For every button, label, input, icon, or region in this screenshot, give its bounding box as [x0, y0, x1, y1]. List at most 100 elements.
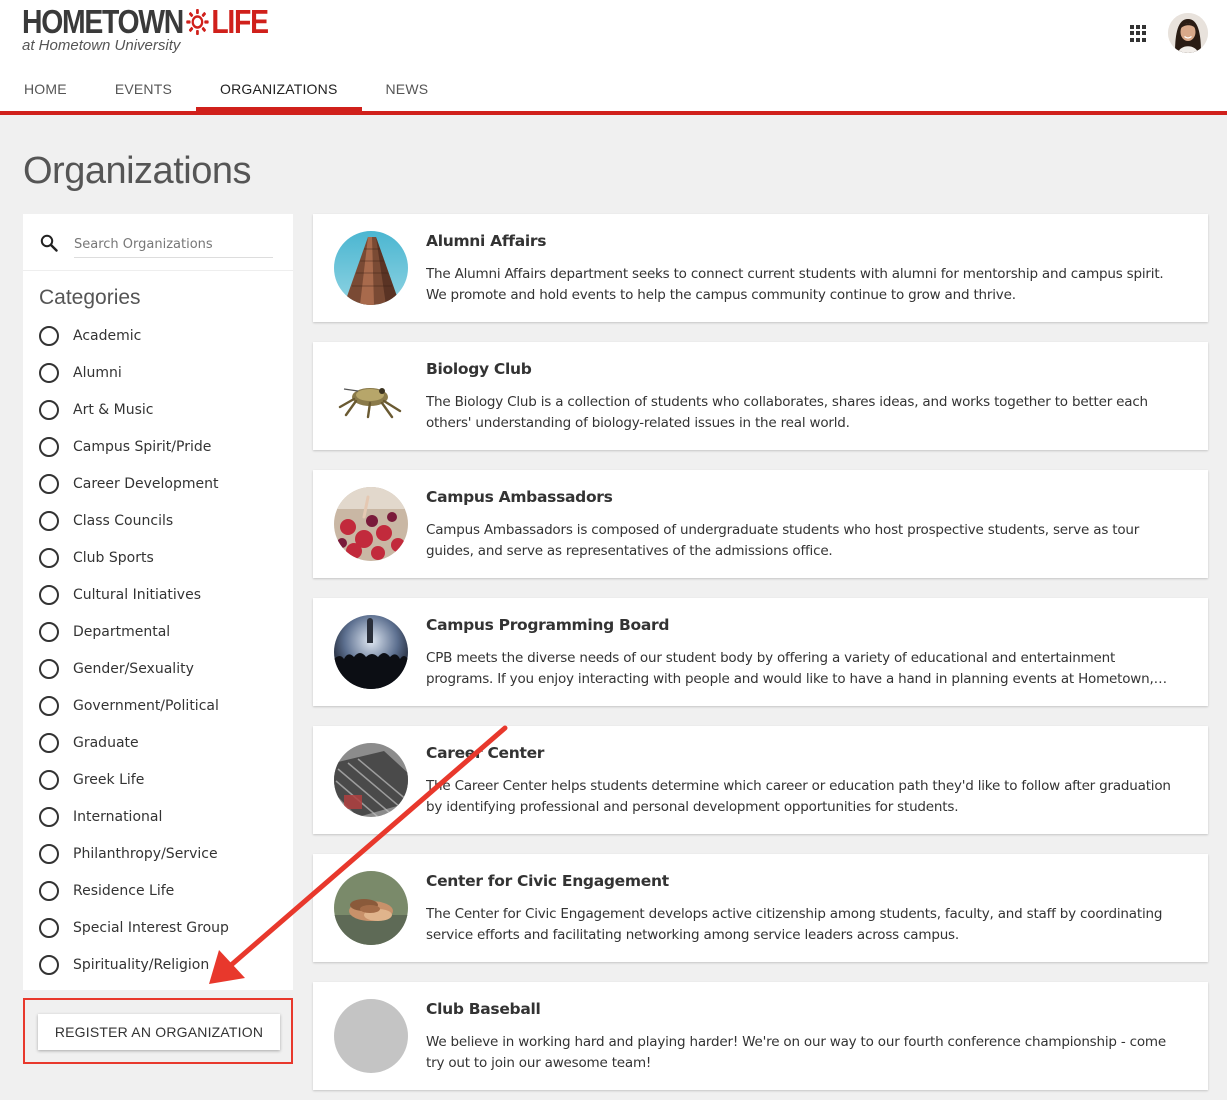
category-label: International [73, 808, 163, 825]
search-bar [23, 214, 293, 271]
org-card-club-baseball[interactable]: Club Baseball We believe in working hard… [313, 982, 1208, 1090]
org-name: Center for Civic Engagement [426, 872, 669, 890]
radio-button[interactable] [39, 732, 59, 753]
category-label: Graduate [73, 734, 139, 751]
radio-button[interactable] [39, 769, 59, 790]
category-graduate[interactable]: Graduate [39, 724, 229, 761]
main-nav: HOME EVENTS ORGANIZATIONS NEWS [0, 66, 452, 111]
org-image-placeholder [334, 999, 408, 1073]
radio-button[interactable] [39, 325, 59, 346]
search-icon [40, 234, 58, 252]
filter-sidebar: Categories Academic Alumni Art & Music C… [23, 214, 293, 990]
category-international[interactable]: International [39, 798, 229, 835]
org-name: Campus Ambassadors [426, 488, 613, 506]
radio-button[interactable] [39, 621, 59, 642]
category-label: Club Sports [73, 549, 154, 566]
radio-button[interactable] [39, 658, 59, 679]
org-image [334, 231, 408, 305]
radio-button[interactable] [39, 436, 59, 457]
tab-home[interactable]: HOME [0, 66, 91, 111]
org-name: Alumni Affairs [426, 232, 547, 250]
org-description: We believe in working hard and playing h… [426, 1034, 1166, 1071]
category-label: Government/Political [73, 697, 219, 714]
radio-button[interactable] [39, 362, 59, 383]
logo-accent-text: LIFE [211, 3, 269, 40]
category-label: Cultural Initiatives [73, 586, 201, 603]
radio-button[interactable] [39, 806, 59, 827]
category-art-music[interactable]: Art & Music [39, 391, 229, 428]
category-residence-life[interactable]: Residence Life [39, 872, 229, 909]
org-card-campus-programming-board[interactable]: Campus Programming Board CPB meets the d… [313, 598, 1208, 706]
category-label: Departmental [73, 623, 171, 640]
org-card-career-center[interactable]: Career Center The Career Center helps st… [313, 726, 1208, 834]
org-description: The Career Center helps students determi… [426, 778, 1171, 815]
category-gender-sexuality[interactable]: Gender/Sexuality [39, 650, 229, 687]
category-career-development[interactable]: Career Development [39, 465, 229, 502]
register-highlight-box: REGISTER AN ORGANIZATION [23, 998, 293, 1064]
org-card-campus-ambassadors[interactable]: Campus Ambassadors Campus Ambassadors is… [313, 470, 1208, 578]
category-label: Gender/Sexuality [73, 660, 194, 677]
category-label: Spirituality/Religion [73, 956, 210, 973]
radio-button[interactable] [39, 584, 59, 605]
logo-burst-icon [186, 9, 209, 35]
category-special-interest-group[interactable]: Special Interest Group [39, 909, 229, 946]
org-card-alumni-affairs[interactable]: Alumni Affairs The Alumni Affairs depart… [313, 214, 1208, 322]
radio-button[interactable] [39, 510, 59, 531]
radio-button[interactable] [39, 399, 59, 420]
category-class-councils[interactable]: Class Councils [39, 502, 229, 539]
category-government-political[interactable]: Government/Political [39, 687, 229, 724]
category-label: Alumni [73, 364, 122, 381]
radio-button[interactable] [39, 917, 59, 938]
category-club-sports[interactable]: Club Sports [39, 539, 229, 576]
category-greek-life[interactable]: Greek Life [39, 761, 229, 798]
category-label: Class Councils [73, 512, 174, 529]
apps-grid-icon[interactable] [1130, 25, 1147, 42]
category-label: Art & Music [73, 401, 154, 418]
org-name: Campus Programming Board [426, 616, 670, 634]
search-input[interactable] [74, 231, 273, 258]
radio-button[interactable] [39, 880, 59, 901]
radio-button[interactable] [39, 473, 59, 494]
org-image [334, 359, 408, 433]
category-campus-spirit[interactable]: Campus Spirit/Pride [39, 428, 229, 465]
org-description: The Center for Civic Engagement develops… [426, 906, 1163, 943]
tab-news[interactable]: NEWS [362, 66, 453, 111]
logo-wordmark: HOMETOWN LIFE [22, 3, 269, 40]
site-logo[interactable]: HOMETOWN LIFE at Hometown University [22, 3, 308, 55]
category-philanthropy-service[interactable]: Philanthropy/Service [39, 835, 229, 872]
category-alumni[interactable]: Alumni [39, 354, 229, 391]
radio-button[interactable] [39, 954, 59, 975]
org-image [334, 615, 408, 689]
avatar[interactable] [1168, 13, 1208, 53]
org-name: Biology Club [426, 360, 532, 378]
register-organization-button[interactable]: REGISTER AN ORGANIZATION [38, 1014, 280, 1050]
categories-heading: Categories [39, 286, 141, 309]
tab-events[interactable]: EVENTS [91, 66, 196, 111]
org-description: Campus Ambassadors is composed of underg… [426, 522, 1140, 559]
avatar-image [1168, 13, 1208, 53]
category-label: Career Development [73, 475, 219, 492]
radio-button[interactable] [39, 695, 59, 716]
tab-organizations[interactable]: ORGANIZATIONS [196, 66, 362, 111]
org-description: The Biology Club is a collection of stud… [426, 394, 1148, 431]
org-image [334, 871, 408, 945]
org-description: CPB meets the diverse needs of our stude… [426, 650, 1154, 687]
logo-primary-text: HOMETOWN [22, 3, 184, 40]
category-label: Residence Life [73, 882, 175, 899]
category-list: Academic Alumni Art & Music Campus Spiri… [39, 317, 229, 983]
org-description: The Alumni Affairs department seeks to c… [426, 266, 1164, 303]
category-departmental[interactable]: Departmental [39, 613, 229, 650]
org-name: Career Center [426, 744, 545, 762]
category-label: Philanthropy/Service [73, 845, 218, 862]
category-spirituality-religion[interactable]: Spirituality/Religion [39, 946, 229, 983]
category-academic[interactable]: Academic [39, 317, 229, 354]
org-card-biology-club[interactable]: Biology Club The Biology Club is a colle… [313, 342, 1208, 450]
org-name: Club Baseball [426, 1000, 541, 1018]
category-label: Special Interest Group [73, 919, 229, 936]
category-label: Academic [73, 327, 142, 344]
radio-button[interactable] [39, 547, 59, 568]
radio-button[interactable] [39, 843, 59, 864]
org-image [334, 487, 408, 561]
category-cultural-initiatives[interactable]: Cultural Initiatives [39, 576, 229, 613]
org-card-center-for-civic-engagement[interactable]: Center for Civic Engagement The Center f… [313, 854, 1208, 962]
